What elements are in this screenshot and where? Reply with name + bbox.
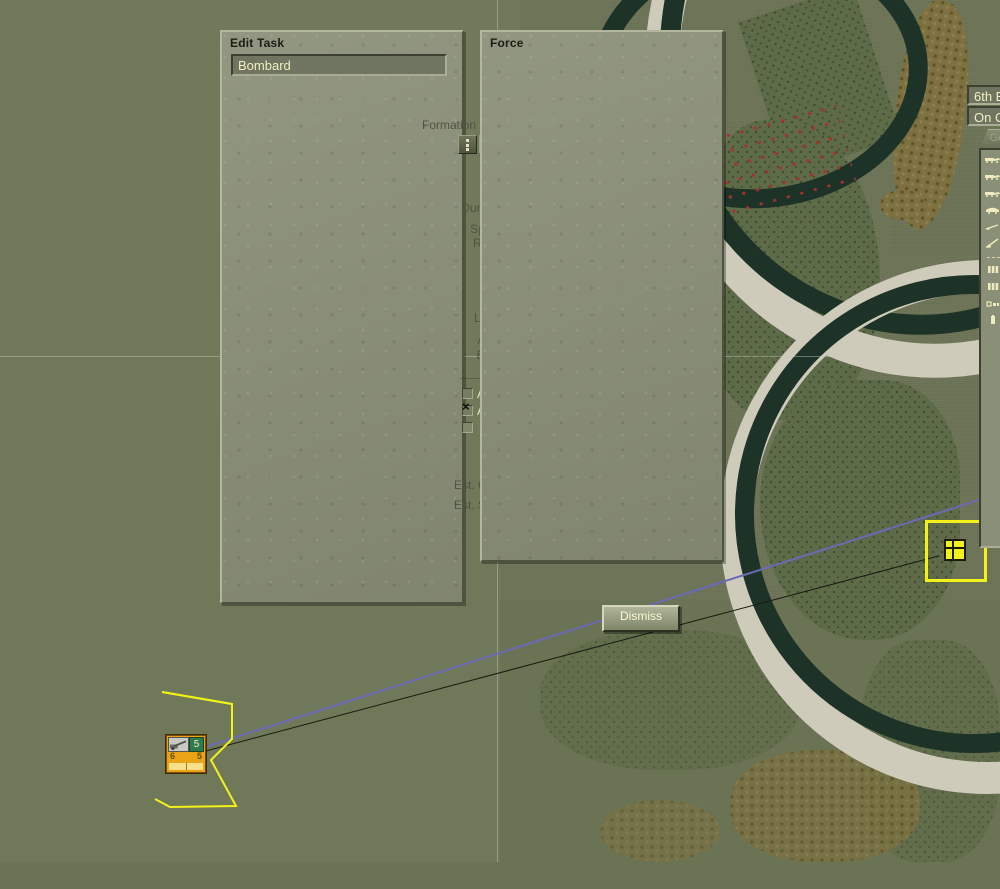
armcar-icon bbox=[984, 205, 1000, 217]
equipment-list-body: GAZ-AA (1.5 t)1GAZ-M11GAZ-AAA (2 t)7FAI1… bbox=[981, 150, 1000, 330]
force-title: Force bbox=[490, 36, 524, 50]
supply-row[interactable]: Basics364 bbox=[981, 296, 1000, 313]
checkbox-icon[interactable] bbox=[462, 400, 473, 416]
task-name-field[interactable]: Bombard bbox=[231, 54, 447, 76]
equipment-row[interactable]: GAZ-AAA (2 t)7 bbox=[981, 185, 1000, 202]
truck-icon bbox=[984, 154, 1000, 166]
howitzer-icon bbox=[168, 737, 189, 752]
howitzer-icon bbox=[984, 238, 1000, 251]
unit-size-badge: 5 bbox=[189, 737, 204, 752]
equipment-list[interactable]: GAZ-AA (1.5 t)1GAZ-M11GAZ-AAA (2 t)7FAI1… bbox=[979, 148, 1000, 548]
unit-number-right: 5 bbox=[196, 751, 202, 761]
checkbox-icon[interactable] bbox=[462, 388, 473, 399]
force-status-on-call: On Call bbox=[967, 106, 1000, 126]
checkbox-icon bbox=[462, 422, 473, 433]
supply-row[interactable]: 122mm OF-462 HE480 bbox=[981, 279, 1000, 296]
force-panel[interactable]: Force 6th Btry/175th Art Rgt On Call Dep… bbox=[480, 30, 1000, 562]
edit-task-title: Edit Task bbox=[230, 36, 285, 50]
ammo-icon bbox=[984, 281, 1000, 294]
equipment-row[interactable]: 122mm howitzer obr.1910/304 bbox=[981, 236, 1000, 253]
equipment-row[interactable]: FAI1 bbox=[981, 202, 1000, 219]
terrain-rough bbox=[600, 800, 720, 862]
supply-row[interactable]: Fuel840 bbox=[981, 313, 1000, 330]
rifle-icon bbox=[984, 222, 1000, 234]
force-unit-name: 6th Btry/175th Art Rgt bbox=[967, 85, 1000, 105]
equipment-row[interactable]: 7.62mm rifle obr.1891/3055 bbox=[981, 219, 1000, 236]
unit-strength-bar bbox=[169, 763, 203, 770]
unit-counter-numbers: 6 5 bbox=[167, 752, 205, 762]
unit-counter-top: 5 bbox=[167, 736, 205, 752]
truck-icon bbox=[984, 171, 1000, 183]
supply-row[interactable]: 7.62x54R L7000 bbox=[981, 262, 1000, 279]
equipment-row[interactable]: GAZ-AA (1.5 t)1 bbox=[981, 151, 1000, 168]
equipment-row[interactable]: GAZ-M11 bbox=[981, 168, 1000, 185]
edit-task-panel[interactable]: Edit Task Bombard Formation Unspecified bbox=[220, 30, 710, 632]
edit-task-dismiss-button[interactable]: Dismiss bbox=[602, 605, 680, 632]
ammo-icon bbox=[984, 264, 1000, 277]
crate-icon bbox=[984, 298, 1000, 311]
truck-icon bbox=[984, 188, 1000, 200]
fuel-icon bbox=[984, 315, 1000, 328]
unit-number-left: 6 bbox=[170, 751, 176, 761]
friendly-unit-counter[interactable]: 5 6 5 bbox=[166, 735, 206, 773]
bombard-target-icon[interactable] bbox=[944, 539, 966, 561]
list-divider bbox=[981, 253, 1000, 262]
column-formation-icon[interactable] bbox=[458, 135, 477, 154]
